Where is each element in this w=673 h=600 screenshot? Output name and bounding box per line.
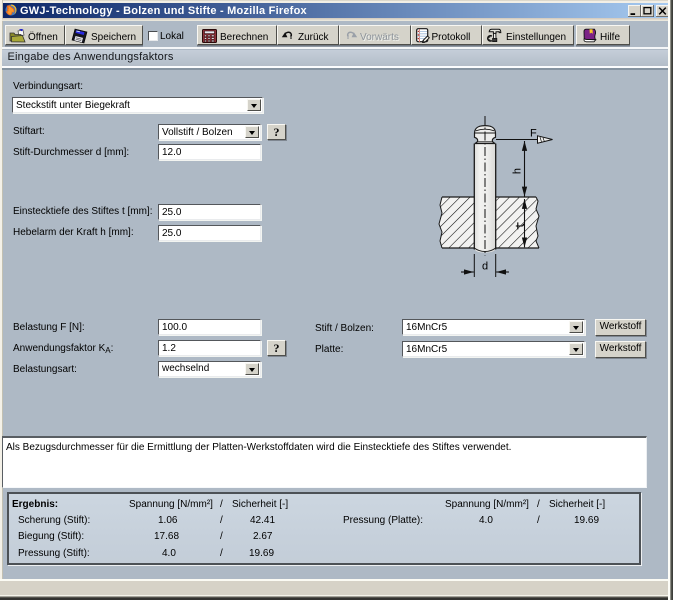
svg-text:d: d xyxy=(482,261,488,273)
svg-text:F: F xyxy=(530,128,537,140)
svg-text:h: h xyxy=(512,168,524,174)
